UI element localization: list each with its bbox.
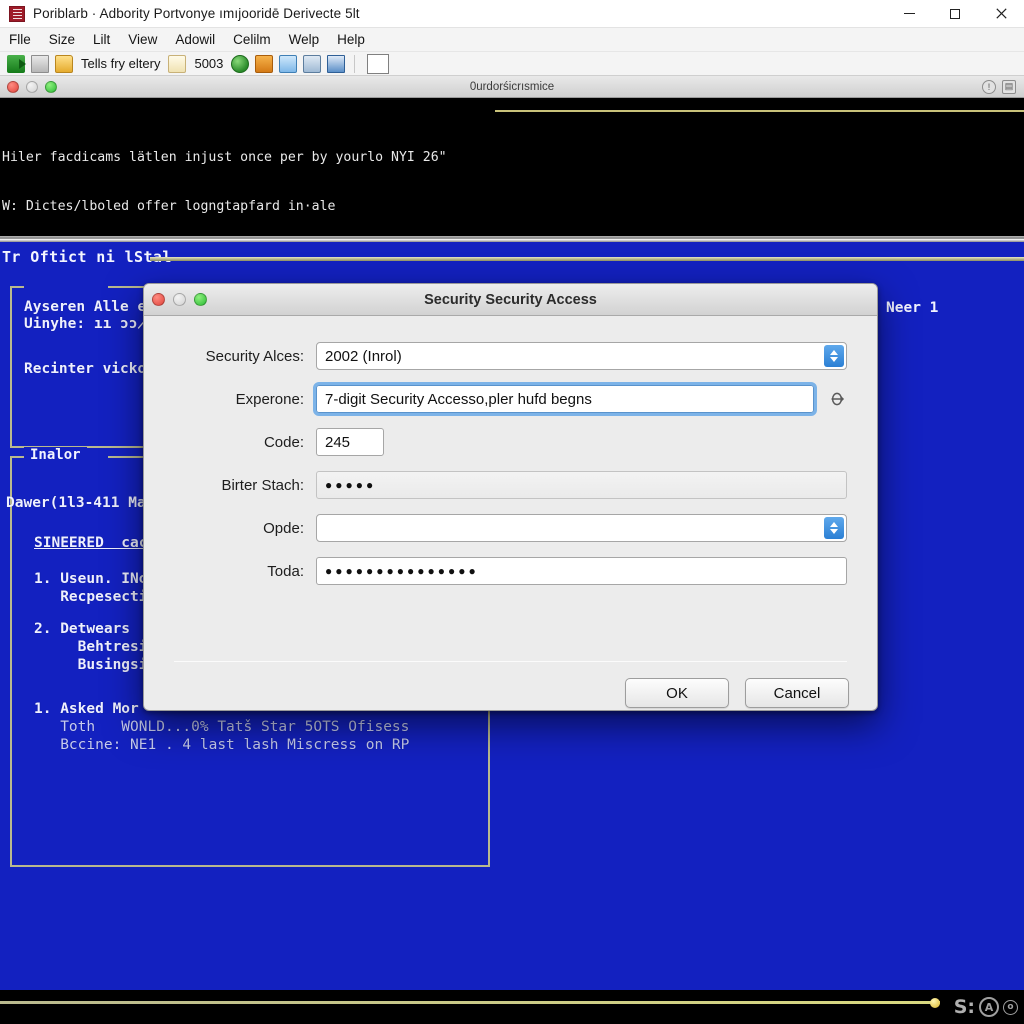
- label-toda: Toda:: [267, 562, 304, 580]
- status-label: S:: [953, 996, 975, 1018]
- security-access-dialog: Security Security Access Security Alces:…: [143, 283, 878, 711]
- menu-item-view[interactable]: View: [119, 30, 166, 49]
- dialog-title: Security Security Access: [424, 291, 597, 308]
- tui-text-line: Bccine: NE1 . 4 last lash Miscress on RP: [34, 737, 410, 753]
- form-row-opde: Opde:: [174, 514, 847, 542]
- tui-header-rule: [150, 257, 1024, 261]
- terminal-pane: 0urdorśicrısmice ! ▤ Hiler facdicams lät…: [0, 76, 1024, 236]
- run-green-arrow-icon[interactable]: [7, 54, 26, 73]
- status-indicator-secondary: o: [1003, 999, 1018, 1015]
- tui-status-indicators: S: A o: [954, 996, 1018, 1018]
- toolbar-field[interactable]: [367, 53, 390, 74]
- toolbar-label-primary: Tells fry eltery: [81, 56, 161, 71]
- label-opde: Opde:: [263, 519, 304, 537]
- tui-group-title: Inalor: [24, 447, 87, 463]
- form-row-birter-stach: Birter Stach: ●●●●●: [174, 471, 847, 499]
- form-row-code: Code: 245: [174, 428, 847, 456]
- tui-text-line: 1. Asked Mor: [34, 701, 139, 717]
- experone-value: 7-digit Security Accesso,pler hufd begns: [325, 390, 592, 408]
- menubar: Flle Size Lilt View Adowil Celilm Welp H…: [0, 28, 1024, 52]
- birter-stach-value: ●●●●●: [325, 478, 377, 492]
- window-titlebar: Poriblarb · Adbority Portvonye ımıjoorid…: [0, 0, 1024, 28]
- toolbar-separator: [354, 54, 356, 73]
- terminal-line: Hiler facdicams lätlen injust once per b…: [2, 149, 447, 165]
- terminal-title: 0urdorśicrısmice: [469, 80, 555, 93]
- security-alces-combobox[interactable]: 2002 (Inrol): [316, 342, 847, 370]
- app-icon: [9, 5, 25, 22]
- tui-text-line: Recinter vickow: [24, 361, 155, 377]
- form-row-toda: Toda: ●●●●●●●●●●●●●●●: [174, 557, 847, 585]
- maximize-button[interactable]: [932, 0, 978, 28]
- tui-text-line: Behtresi: [34, 639, 148, 655]
- security-alces-value: 2002 (Inrol): [325, 347, 402, 365]
- tui-text-line: 2. Detwears: [34, 621, 131, 637]
- toolbar: Tells fry eltery 5003: [0, 52, 1024, 76]
- tui-status-bullet-icon: [930, 998, 940, 1008]
- tui-text-line: Busingsi: [34, 657, 148, 673]
- toolbar-label-secondary: 5003: [194, 56, 224, 71]
- terminal-rule: [495, 110, 1024, 112]
- tui-text-line: Dawer(1l3-411 Ma: [6, 495, 146, 511]
- tui-text-line: Recpesecti: [34, 589, 148, 605]
- debug-icon[interactable]: [303, 54, 322, 73]
- label-birter-stach: Birter Stach:: [221, 476, 304, 494]
- dialog-body: Security Alces: 2002 (Inrol) Experone: 7…: [144, 316, 877, 710]
- experone-input[interactable]: 7-digit Security Accesso,pler hufd begns: [313, 382, 817, 416]
- menu-item-welp[interactable]: Welp: [280, 30, 329, 49]
- window-controls: [886, 0, 1024, 28]
- globe-icon[interactable]: [231, 54, 250, 73]
- label-security-alces: Security Alces:: [205, 347, 304, 365]
- minimize-button[interactable]: [886, 0, 932, 28]
- terminal-output: Hiler facdicams lätlen injust once per b…: [0, 98, 1024, 236]
- dialog-titlebar: Security Security Access: [144, 284, 877, 316]
- diamond-icon[interactable]: [279, 54, 298, 73]
- help-icon[interactable]: [827, 389, 847, 409]
- tui-top-divider: [0, 236, 1024, 242]
- tui-status-rule: [0, 1001, 940, 1004]
- label-experone: Experone:: [235, 390, 304, 408]
- toda-password-field[interactable]: ●●●●●●●●●●●●●●●: [316, 557, 847, 585]
- birter-stach-password-field[interactable]: ●●●●●: [316, 471, 847, 499]
- menu-item-lilt[interactable]: Lilt: [84, 30, 119, 49]
- ok-button[interactable]: OK: [625, 678, 729, 708]
- code-value: 245: [325, 433, 351, 451]
- terminal-titlebar: 0urdorśicrısmice ! ▤: [0, 76, 1024, 98]
- form-row-security-alces: Security Alces: 2002 (Inrol): [174, 342, 847, 370]
- menu-item-help[interactable]: Help: [328, 30, 374, 49]
- menu-item-file[interactable]: Flle: [0, 30, 40, 49]
- form-row-experone: Experone: 7-digit Security Accesso,pler …: [174, 382, 847, 416]
- database-icon[interactable]: [255, 54, 274, 73]
- opde-combobox[interactable]: [316, 514, 847, 542]
- dialog-button-bar: OK Cancel: [625, 678, 849, 708]
- label-code: Code:: [263, 433, 304, 451]
- tui-status-strip: S: A o: [0, 990, 1024, 1024]
- document-icon[interactable]: [168, 54, 187, 73]
- close-button[interactable]: [978, 0, 1024, 28]
- dialog-separator: [174, 661, 847, 662]
- code-input[interactable]: 245: [316, 428, 384, 456]
- terminal-line: W: Dictes/lboled offer logngtapfard in·a…: [2, 199, 336, 214]
- chevron-updown-icon[interactable]: [824, 345, 844, 367]
- tui-text-line: Ayseren Alle en: [24, 299, 155, 315]
- open-folder-icon[interactable]: [55, 54, 73, 73]
- window-title: Poriblarb · Adbority Portvonye ımıjoorid…: [33, 6, 360, 21]
- group-top-left-edge: [10, 286, 24, 288]
- toda-value: ●●●●●●●●●●●●●●●: [325, 564, 479, 578]
- book-icon[interactable]: [327, 54, 346, 73]
- tui-text-line: SINEERED cac: [34, 535, 148, 551]
- tui-right-column-label: Neer 1: [886, 300, 939, 316]
- group-top-left-edge: [10, 456, 24, 458]
- cancel-button[interactable]: Cancel: [745, 678, 849, 708]
- tui-text-line: 1. Useun. INot: [34, 571, 157, 587]
- tui-header-title: Tr Oftict ni lStal: [2, 248, 172, 266]
- status-indicator-primary: A: [979, 997, 999, 1017]
- chevron-updown-icon[interactable]: [824, 517, 844, 539]
- tui-text-line: Toth WONLD...0% Tatš Star 5OTS Ofisess: [34, 719, 410, 735]
- menu-item-adowil[interactable]: Adowil: [166, 30, 224, 49]
- application-window: Poriblarb · Adbority Portvonye ımıjoorid…: [0, 0, 1024, 1024]
- menu-item-celilm[interactable]: Celilm: [224, 30, 280, 49]
- save-icon[interactable]: [31, 54, 49, 73]
- menu-item-size[interactable]: Size: [40, 30, 84, 49]
